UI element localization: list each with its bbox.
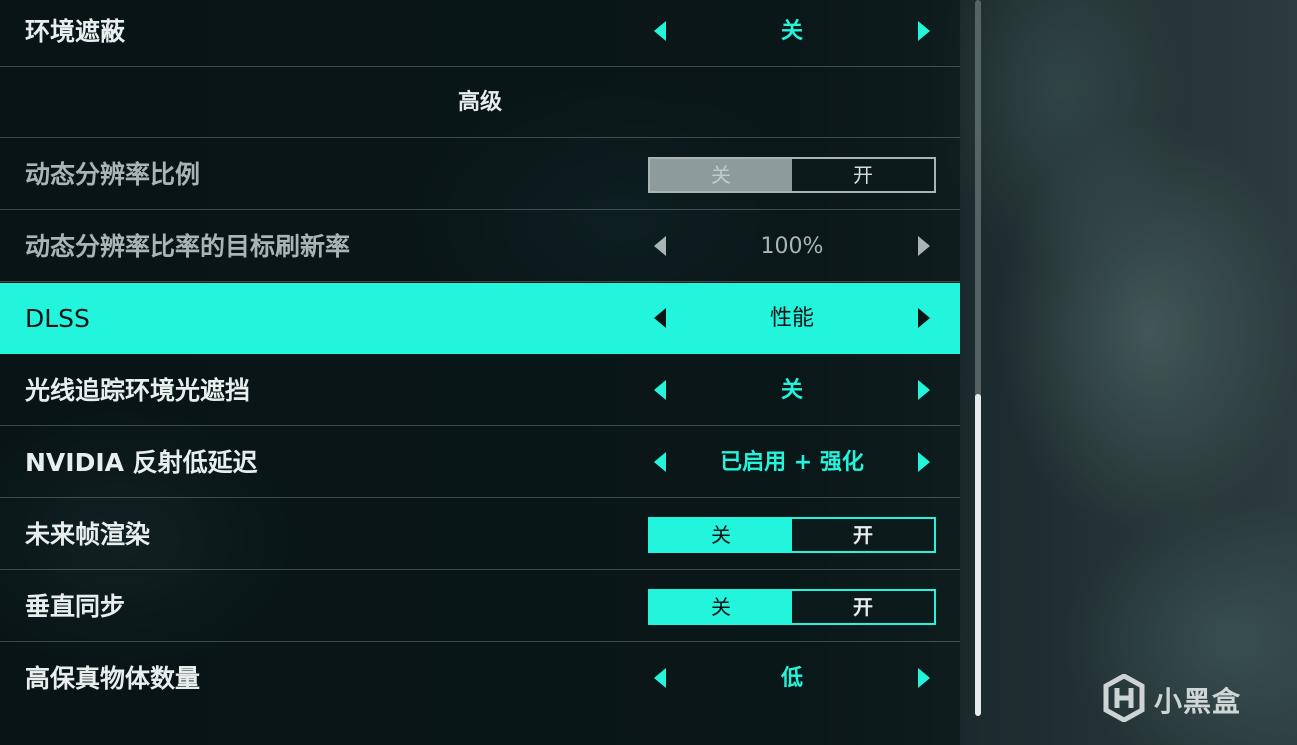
setting-row-dlss[interactable]: DLSS 性能 xyxy=(0,283,960,354)
toggle-switch[interactable]: 关 开 xyxy=(648,157,936,193)
toggle-option-off[interactable]: 关 xyxy=(650,519,792,551)
scrollbar-thumb[interactable] xyxy=(975,394,981,716)
setting-row-dynamic-resolution-target[interactable]: 动态分辨率比率的目标刷新率 100% xyxy=(0,211,960,282)
arrow-right-icon[interactable] xyxy=(918,452,930,472)
toggle-option-on[interactable]: 开 xyxy=(792,519,934,551)
settings-panel: 环境遮蔽 关 高级 动态分辨率比例 关 开 动态分辨率比率的目标刷新率 100%… xyxy=(0,0,960,745)
watermark-text: 小黑盒 xyxy=(1154,685,1242,718)
setting-label: DLSS xyxy=(25,304,90,333)
toggle-option-on[interactable]: 开 xyxy=(792,591,934,623)
toggle-option-on[interactable]: 开 xyxy=(792,159,934,191)
toggle-switch[interactable]: 关 开 xyxy=(648,589,936,625)
toggle-switch[interactable]: 关 开 xyxy=(648,517,936,553)
setting-row-hifi-object-count[interactable]: 高保真物体数量 低 xyxy=(0,643,960,714)
toggle-option-off[interactable]: 关 xyxy=(650,159,792,191)
arrow-right-icon[interactable] xyxy=(918,21,930,41)
arrow-right-icon[interactable] xyxy=(918,668,930,688)
setting-row-nvidia-reflex[interactable]: NVIDIA 反射低延迟 已启用 + 强化 xyxy=(0,427,960,498)
setting-label: 高保真物体数量 xyxy=(25,664,201,693)
heybox-logo-icon xyxy=(1102,673,1146,726)
setting-label: 未来帧渲染 xyxy=(25,520,151,549)
setting-row-ambient-occlusion[interactable]: 环境遮蔽 关 xyxy=(0,0,960,67)
watermark: 小黑盒 xyxy=(1102,673,1242,726)
setting-label: 垂直同步 xyxy=(25,592,126,621)
arrow-right-icon[interactable] xyxy=(918,308,930,328)
arrow-right-icon[interactable] xyxy=(918,236,930,256)
section-title: 高级 xyxy=(457,90,502,115)
setting-label: 动态分辨率比例 xyxy=(25,160,201,189)
setting-row-future-frame-rendering[interactable]: 未来帧渲染 关 开 xyxy=(0,499,960,570)
arrow-left-icon[interactable] xyxy=(654,308,666,328)
scrollbar[interactable] xyxy=(975,0,981,716)
setting-label: NVIDIA 反射低延迟 xyxy=(25,448,258,477)
setting-value: 低 xyxy=(780,666,803,691)
arrow-left-icon[interactable] xyxy=(654,21,666,41)
setting-value: 关 xyxy=(780,378,803,403)
setting-label: 动态分辨率比率的目标刷新率 xyxy=(25,232,351,261)
arrow-left-icon[interactable] xyxy=(654,380,666,400)
arrow-left-icon[interactable] xyxy=(654,452,666,472)
setting-row-rt-ambient-occlusion[interactable]: 光线追踪环境光遮挡 关 xyxy=(0,355,960,426)
setting-value: 100% xyxy=(760,234,824,259)
section-header-advanced: 高级 xyxy=(0,67,960,138)
arrow-left-icon[interactable] xyxy=(654,668,666,688)
setting-value: 已启用 + 强化 xyxy=(720,450,864,475)
setting-value: 性能 xyxy=(769,306,814,331)
setting-row-vsync[interactable]: 垂直同步 关 开 xyxy=(0,571,960,642)
arrow-right-icon[interactable] xyxy=(918,380,930,400)
arrow-left-icon[interactable] xyxy=(654,236,666,256)
setting-row-dynamic-resolution-scale[interactable]: 动态分辨率比例 关 开 xyxy=(0,139,960,210)
setting-label: 光线追踪环境光遮挡 xyxy=(25,376,251,405)
setting-value: 关 xyxy=(780,19,803,44)
setting-label: 环境遮蔽 xyxy=(25,17,126,46)
toggle-option-off[interactable]: 关 xyxy=(650,591,792,623)
